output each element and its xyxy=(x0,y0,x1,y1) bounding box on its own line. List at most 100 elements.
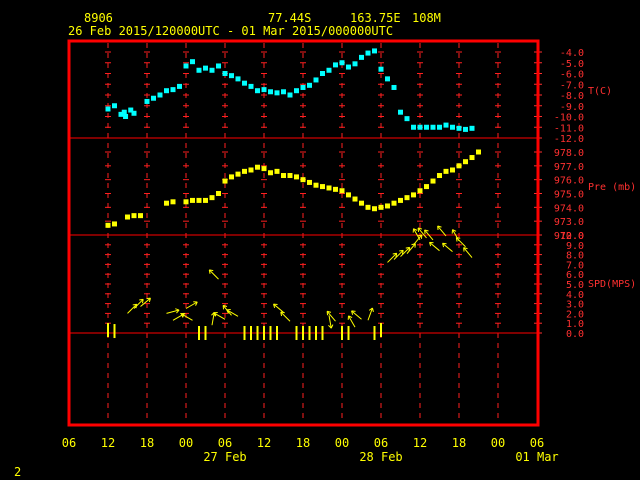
temperature-point xyxy=(105,106,111,112)
pressure-point xyxy=(378,204,384,210)
pressure-point xyxy=(352,196,358,202)
pressure-point xyxy=(437,173,442,179)
x-axis-day-label: 01 Mar xyxy=(515,450,558,464)
pressure-point xyxy=(443,168,449,174)
temperature-point xyxy=(248,83,254,89)
wind-arrow-shaft xyxy=(463,247,473,258)
pressure-point xyxy=(320,184,325,190)
pressure-point xyxy=(112,221,117,227)
temperature-point xyxy=(326,67,332,73)
pressure-point xyxy=(287,173,293,179)
right-axis-label: 973.0 xyxy=(554,217,584,228)
pressure-point xyxy=(411,192,416,198)
x-axis-tick-label: 06 xyxy=(374,436,388,450)
wind-arrow-shaft xyxy=(437,225,447,237)
temperature-point xyxy=(372,48,377,54)
wind-arrow-shaft xyxy=(429,241,440,252)
temperature-point xyxy=(287,92,293,98)
pressure-point xyxy=(385,203,390,209)
temperature-point xyxy=(177,83,182,89)
temperature-point xyxy=(398,109,403,115)
x-axis-tick-label: 18 xyxy=(140,436,154,450)
temperature-point xyxy=(391,84,397,90)
pressure-point xyxy=(229,174,234,180)
temperature-point xyxy=(385,76,390,82)
right-axis-label: -8.0 xyxy=(560,91,584,102)
temperature-point xyxy=(190,59,195,65)
panel-label: T(C) xyxy=(588,86,612,97)
x-axis-tick-label: 06 xyxy=(62,436,76,450)
wind-arrow-shaft xyxy=(127,303,138,314)
temperature-point xyxy=(203,65,208,71)
right-axis-label: -9.0 xyxy=(560,102,584,113)
x-axis-tick-label: 18 xyxy=(296,436,310,450)
wind-arrow-shaft xyxy=(326,310,336,322)
x-axis-tick-label: 06 xyxy=(530,436,544,450)
temperature-point xyxy=(196,67,202,73)
temperature-point xyxy=(294,88,299,94)
temperature-point xyxy=(151,95,156,101)
pressure-point xyxy=(222,178,228,184)
temperature-point xyxy=(144,98,150,104)
temperature-point xyxy=(131,110,137,116)
pressure-point xyxy=(463,159,468,165)
pressure-point xyxy=(300,177,306,183)
temperature-point xyxy=(469,125,475,131)
temperature-point xyxy=(121,109,127,115)
right-axis-label: 0.0 xyxy=(566,329,584,340)
wind-arrow-head xyxy=(175,308,180,311)
pressure-point xyxy=(469,155,475,161)
pressure-point xyxy=(404,195,410,201)
right-axis-label: -4.0 xyxy=(560,48,584,59)
pressure-point xyxy=(105,222,111,228)
temperature-point xyxy=(313,77,319,83)
temperature-point xyxy=(443,122,449,128)
temperature-point xyxy=(112,103,117,109)
pressure-point xyxy=(476,149,481,155)
right-axis-label: -5.0 xyxy=(560,59,584,70)
meteogram-chart: -4.0-5.0-6.0-7.0-8.0-9.0-10.0-11.0-12.0 T… xyxy=(62,39,636,464)
right-axis-label: -11.0 xyxy=(554,123,584,134)
temperature-point xyxy=(123,114,129,119)
x-axis-tick-label: 12 xyxy=(413,436,427,450)
wind-arrow-shaft xyxy=(351,310,362,320)
pressure-point xyxy=(307,179,312,185)
x-axis-tick-label: 06 xyxy=(218,436,232,450)
temperature-point xyxy=(235,76,241,82)
pressure-point xyxy=(359,200,364,206)
x-axis-tick-label: 00 xyxy=(335,436,349,450)
pressure-point xyxy=(131,213,137,219)
temperature-point xyxy=(183,63,189,69)
pressure-point xyxy=(391,200,397,206)
temperature-point xyxy=(352,61,358,67)
pressure-point xyxy=(281,173,286,179)
pressure-point xyxy=(424,184,429,190)
right-axis-label: 977.0 xyxy=(554,162,584,173)
temperature-point xyxy=(274,90,280,96)
temperature-point xyxy=(261,87,267,93)
temperature-point xyxy=(365,50,371,56)
x-axis-day-label: 27 Feb xyxy=(203,450,246,464)
pressure-point xyxy=(294,174,299,180)
pressure-point xyxy=(242,168,247,174)
temperature-point xyxy=(339,60,345,66)
panel-label: SPD(MPS) xyxy=(588,279,636,290)
pressure-point xyxy=(450,167,455,173)
x-axis-tick-label: 12 xyxy=(257,436,271,450)
pressure-point xyxy=(203,197,208,203)
temperature-point xyxy=(307,82,312,88)
pressure-point xyxy=(372,206,377,212)
right-axis-label: -10.0 xyxy=(554,113,584,124)
temperature-point xyxy=(170,87,176,93)
x-axis-day-label: 28 Feb xyxy=(359,450,402,464)
x-axis-tick-label: 18 xyxy=(452,436,466,450)
pressure-point xyxy=(346,192,351,198)
pressure-point xyxy=(339,188,345,194)
temperature-point xyxy=(346,64,351,70)
pressure-point xyxy=(255,164,260,170)
pressure-point xyxy=(268,170,273,176)
pressure-point xyxy=(235,171,241,177)
wind-arrow-shaft xyxy=(273,303,284,313)
wind-arrow-shaft xyxy=(208,269,219,280)
pressure-point xyxy=(326,185,332,191)
